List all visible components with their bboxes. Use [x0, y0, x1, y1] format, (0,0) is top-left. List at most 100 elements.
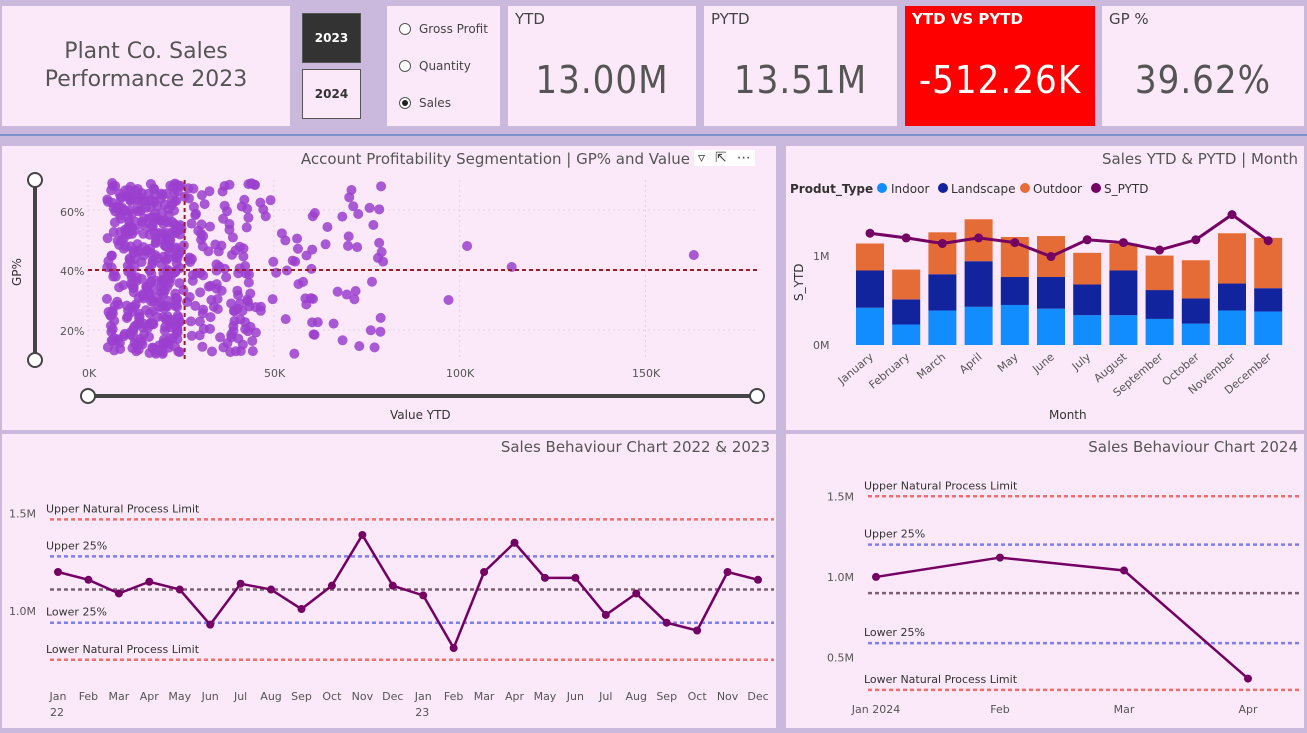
- sales-point[interactable]: [872, 572, 880, 581]
- scatter-point[interactable]: [133, 292, 144, 303]
- scatter-point[interactable]: [307, 211, 318, 222]
- scatter-point[interactable]: [322, 222, 333, 233]
- bar-indoor[interactable]: [1037, 308, 1065, 345]
- sales-point[interactable]: [145, 577, 154, 586]
- pytd-point[interactable]: [1010, 238, 1020, 248]
- sales-point[interactable]: [1244, 674, 1252, 683]
- scatter-point[interactable]: [103, 256, 114, 267]
- scatter-point[interactable]: [133, 206, 144, 217]
- scatter-point[interactable]: [187, 270, 198, 281]
- y-range-slider-handle-top[interactable]: [27, 172, 43, 188]
- pytd-point[interactable]: [1191, 235, 1201, 245]
- pytd-point[interactable]: [901, 233, 911, 243]
- scatter-point[interactable]: [443, 295, 454, 305]
- scatter-point[interactable]: [146, 296, 157, 307]
- scatter-point[interactable]: [364, 202, 375, 213]
- scatter-point[interactable]: [130, 216, 141, 227]
- scatter-point[interactable]: [234, 298, 245, 309]
- scatter-point[interactable]: [128, 331, 139, 342]
- sales-point[interactable]: [327, 581, 336, 590]
- scatter-point[interactable]: [287, 255, 298, 266]
- metric-option-quantity[interactable]: Quantity: [399, 59, 471, 73]
- scatter-point[interactable]: [215, 332, 226, 343]
- scatter-point[interactable]: [174, 278, 185, 289]
- scatter-point[interactable]: [265, 195, 276, 206]
- bar-outdoor[interactable]: [1181, 260, 1210, 299]
- sales-point[interactable]: [996, 553, 1004, 562]
- scatter-point[interactable]: [293, 279, 304, 290]
- pytd-point[interactable]: [1263, 236, 1273, 246]
- pytd-point[interactable]: [1082, 235, 1092, 245]
- scatter-point[interactable]: [174, 347, 185, 358]
- scatter-point[interactable]: [243, 326, 254, 337]
- sales-point[interactable]: [267, 585, 276, 594]
- bar-indoor[interactable]: [1181, 323, 1210, 345]
- scatter-point[interactable]: [350, 286, 361, 296]
- scatter-point[interactable]: [247, 346, 258, 357]
- bar-indoor[interactable]: [1145, 318, 1174, 345]
- scatter-point[interactable]: [344, 192, 355, 203]
- scatter-point[interactable]: [126, 278, 137, 289]
- bar-indoor[interactable]: [856, 307, 884, 345]
- sales-point[interactable]: [540, 573, 549, 582]
- scatter-point[interactable]: [376, 181, 387, 192]
- scatter-point[interactable]: [172, 253, 183, 264]
- scatter-point[interactable]: [186, 218, 197, 229]
- scatter-point[interactable]: [233, 333, 244, 344]
- scatter-point[interactable]: [121, 300, 132, 311]
- scatter-point[interactable]: [115, 213, 126, 224]
- scatter-point[interactable]: [375, 312, 386, 323]
- scatter-point[interactable]: [280, 314, 291, 325]
- scatter-point[interactable]: [267, 294, 278, 305]
- scatter-point[interactable]: [226, 249, 237, 260]
- bar-landscape[interactable]: [964, 261, 993, 307]
- scatter-point[interactable]: [145, 318, 156, 329]
- pytd-point[interactable]: [1227, 210, 1237, 220]
- scatter-point[interactable]: [328, 318, 339, 329]
- bar-landscape[interactable]: [1000, 277, 1029, 305]
- scatter-point[interactable]: [354, 341, 365, 352]
- scatter-point[interactable]: [268, 256, 279, 267]
- scatter-point[interactable]: [134, 312, 145, 323]
- scatter-point[interactable]: [343, 240, 354, 251]
- scatter-point[interactable]: [105, 320, 116, 331]
- pytd-point[interactable]: [937, 238, 947, 248]
- metric-option-gross-profit[interactable]: Gross Profit: [399, 22, 488, 36]
- bar-indoor[interactable]: [1218, 310, 1246, 345]
- sales-point[interactable]: [388, 581, 397, 590]
- scatter-point[interactable]: [162, 311, 173, 322]
- scatter-point[interactable]: [129, 225, 140, 236]
- scatter-point[interactable]: [166, 195, 177, 206]
- bar-outdoor[interactable]: [1073, 252, 1102, 285]
- scatter-point[interactable]: [300, 293, 311, 304]
- sales-point[interactable]: [480, 568, 489, 576]
- sales-point[interactable]: [84, 575, 93, 584]
- scatter-point[interactable]: [337, 211, 348, 222]
- sales-point[interactable]: [662, 618, 671, 627]
- pytd-point[interactable]: [1046, 252, 1056, 262]
- sales-point[interactable]: [601, 610, 610, 619]
- scatter-panel[interactable]: Account Profitability Segmentation | GP%…: [2, 146, 776, 430]
- scatter-point[interactable]: [128, 245, 139, 256]
- bar-indoor[interactable]: [1254, 311, 1283, 345]
- scatter-point[interactable]: [118, 205, 129, 216]
- bar-outdoor[interactable]: [1254, 237, 1283, 289]
- bar-landscape[interactable]: [928, 274, 957, 311]
- scatter-point[interactable]: [108, 203, 119, 214]
- bar-indoor[interactable]: [1109, 315, 1138, 345]
- scatter-point[interactable]: [149, 196, 160, 207]
- behaviour-24-panel[interactable]: Sales Behaviour Chart 2024 Upper Natural…: [786, 434, 1304, 728]
- bar-outdoor[interactable]: [1109, 243, 1138, 271]
- scatter-point[interactable]: [212, 303, 223, 314]
- scatter-point[interactable]: [312, 317, 323, 328]
- scatter-point[interactable]: [241, 222, 252, 233]
- scatter-point[interactable]: [245, 288, 256, 299]
- scatter-point[interactable]: [112, 296, 123, 307]
- scatter-point[interactable]: [368, 219, 379, 230]
- scatter-point[interactable]: [309, 329, 320, 340]
- scatter-point[interactable]: [366, 276, 377, 287]
- pytd-point[interactable]: [1118, 238, 1128, 248]
- scatter-point[interactable]: [146, 276, 157, 287]
- bar-landscape[interactable]: [1037, 277, 1065, 309]
- scatter-point[interactable]: [118, 243, 129, 254]
